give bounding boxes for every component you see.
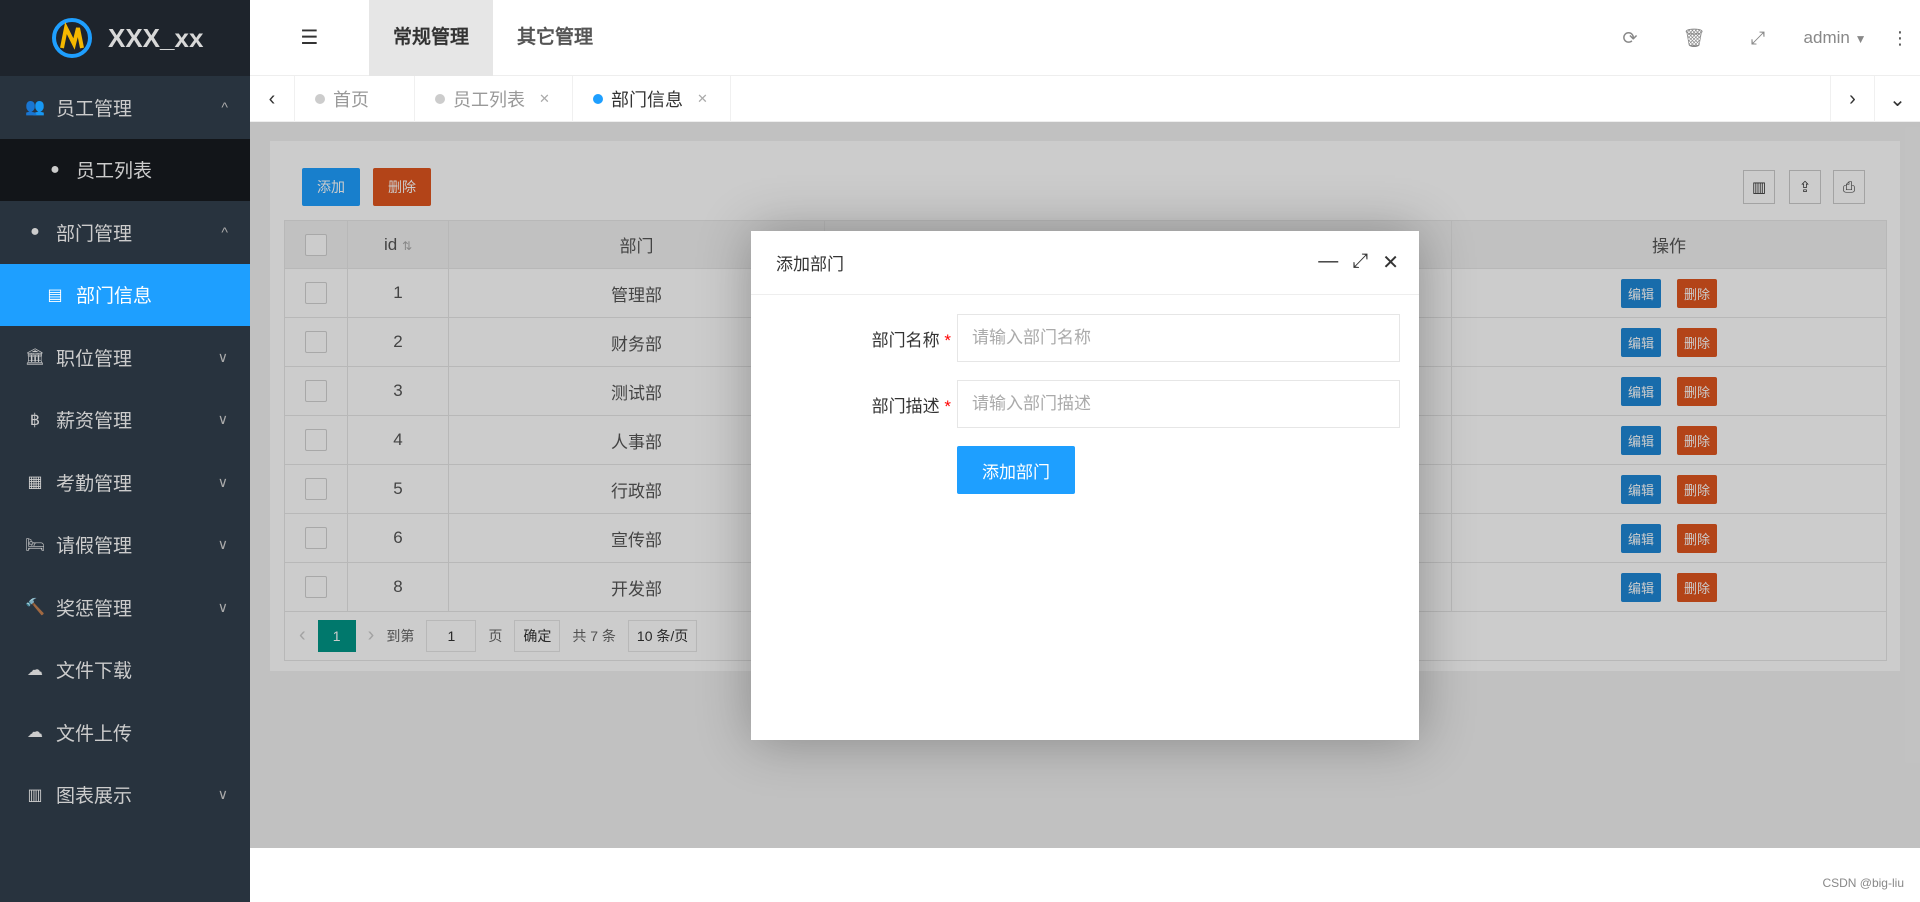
- tab-dot-icon: [593, 94, 603, 104]
- fullscreen-icon[interactable]: ⤢: [1726, 28, 1790, 49]
- chevron-down-icon: ∨: [217, 536, 228, 553]
- chevron-up-icon: ^: [221, 99, 228, 116]
- more-icon[interactable]: ⋮: [1880, 28, 1920, 49]
- sidebar-item-label: 部门信息: [76, 286, 153, 308]
- sidebar-item-label: 员工列表: [76, 161, 153, 183]
- submit-add-department-button[interactable]: 添加部门: [957, 446, 1075, 494]
- sidebar-item-label: 图表展示: [56, 786, 133, 808]
- sidebar-item-label: 请假管理: [56, 536, 133, 558]
- bar-chart-icon: ▥: [27, 786, 43, 804]
- tab-dropdown-icon[interactable]: ⌄: [1875, 76, 1920, 122]
- bank-icon: 🏛: [24, 349, 46, 367]
- sidebar-item-label: 薪资管理: [56, 411, 133, 433]
- tab-label: 部门信息: [611, 90, 683, 110]
- sidebar-item-label: 文件上传: [56, 723, 133, 745]
- sidebar-item-3[interactable]: ▤ 部门信息: [0, 263, 250, 326]
- cloud-download-icon: ☁: [27, 661, 43, 679]
- menu-toggle-icon[interactable]: ☰: [250, 25, 369, 50]
- tab-label: 首页: [333, 90, 369, 110]
- bitcoin-icon: ฿: [29, 411, 41, 429]
- sidebar-item-7[interactable]: 🛏 请假管理 ∨: [0, 514, 250, 577]
- sidebar-item-8[interactable]: 🔨 奖惩管理 ∨: [0, 576, 250, 639]
- caret-down-icon: ▼: [1854, 32, 1867, 46]
- sidebar-item-6[interactable]: ▦ 考勤管理 ∨: [0, 451, 250, 514]
- sidebar-item-label: 奖惩管理: [56, 598, 133, 620]
- user-icon: ●: [30, 223, 40, 241]
- chevron-down-icon: ∨: [217, 348, 228, 365]
- sidebar-item-10[interactable]: ☁ 文件上传: [0, 701, 250, 764]
- page-tab-1[interactable]: 员工列表 ✕: [415, 76, 573, 122]
- tab-scroll-right-icon[interactable]: ›: [1830, 76, 1875, 122]
- sidebar-item-label: 职位管理: [56, 348, 133, 370]
- tab-close-icon[interactable]: ✕: [697, 91, 708, 107]
- add-department-dialog: 添加部门 — ⤢ ✕ 部门名称 * 部门描述 * 添加部门: [751, 231, 1419, 740]
- menu-tab-other[interactable]: 其它管理: [493, 0, 617, 76]
- dialog-title: 添加部门: [776, 255, 844, 274]
- calendar-icon: ▦: [27, 474, 43, 492]
- user-menu[interactable]: admin ▼: [1790, 28, 1880, 48]
- logo-icon: [52, 18, 92, 58]
- sidebar-item-5[interactable]: ฿ 薪资管理 ∨: [0, 389, 250, 452]
- logo[interactable]: XXX_xx: [0, 0, 250, 76]
- sidebar-item-label: 员工管理: [56, 98, 133, 120]
- refresh-icon[interactable]: ⟳: [1598, 28, 1662, 49]
- gavel-icon: 🔨: [25, 599, 45, 617]
- sidebar-item-11[interactable]: ▥ 图表展示 ∨: [0, 764, 250, 827]
- sidebar: XXX_xx 👥 员工管理 ^ ● 员工列表 ● 部门管理 ^ ▤ 部门信息 🏛 职位管理 ∨ ฿ 薪资管理…: [0, 0, 250, 902]
- page-tab-2[interactable]: 部门信息 ✕: [573, 76, 731, 122]
- top-header: ☰ 常规管理 其它管理 ⟳ 🗑 ⤢ admin ▼ ⋮: [250, 0, 1920, 76]
- chevron-down-icon: ∨: [217, 786, 228, 803]
- users-icon: 👥: [25, 99, 45, 117]
- chevron-down-icon: ∨: [217, 411, 228, 428]
- sidebar-item-2[interactable]: ● 部门管理 ^: [0, 201, 250, 264]
- department-name-input[interactable]: [957, 314, 1400, 362]
- chevron-down-icon: ∨: [217, 473, 228, 490]
- username: admin: [1803, 28, 1850, 47]
- watermark: CSDN @big-liu: [1822, 876, 1904, 890]
- tab-dot-icon: [435, 94, 445, 104]
- desc-label: 部门描述 *: [871, 396, 951, 416]
- trash-icon[interactable]: 🗑: [1662, 28, 1726, 49]
- tab-close-icon[interactable]: ✕: [539, 91, 550, 107]
- user-icon: ●: [50, 160, 60, 178]
- tab-dot-icon: [315, 94, 325, 104]
- list-icon: ▤: [47, 286, 63, 304]
- tab-scroll-left-icon[interactable]: ‹: [250, 76, 295, 122]
- app-title: XXX_xx: [108, 22, 204, 53]
- bed-icon: 🛏: [24, 536, 46, 554]
- name-label: 部门名称 *: [871, 330, 951, 350]
- page-tab-0[interactable]: 首页: [295, 76, 415, 122]
- maximize-icon[interactable]: ⤢: [1352, 250, 1368, 275]
- minimize-icon[interactable]: —: [1318, 250, 1338, 275]
- sidebar-item-label: 考勤管理: [56, 473, 133, 495]
- chevron-up-icon: ^: [221, 224, 228, 241]
- chevron-down-icon: ∨: [217, 598, 228, 615]
- close-icon[interactable]: ✕: [1382, 250, 1399, 275]
- tab-label: 员工列表: [453, 90, 525, 110]
- sidebar-item-label: 文件下载: [56, 661, 133, 683]
- sidebar-item-9[interactable]: ☁ 文件下载: [0, 639, 250, 702]
- sidebar-item-0[interactable]: 👥 员工管理 ^: [0, 76, 250, 139]
- sidebar-item-label: 部门管理: [56, 223, 133, 245]
- sidebar-item-1[interactable]: ● 员工列表: [0, 138, 250, 201]
- department-desc-input[interactable]: [957, 380, 1400, 428]
- sidebar-item-4[interactable]: 🏛 职位管理 ∨: [0, 326, 250, 389]
- cloud-upload-icon: ☁: [27, 724, 43, 742]
- menu-tab-general[interactable]: 常规管理: [369, 0, 494, 76]
- tab-bar: ‹ 首页 员工列表 ✕ 部门信息 ✕ › ⌄: [250, 76, 1920, 122]
